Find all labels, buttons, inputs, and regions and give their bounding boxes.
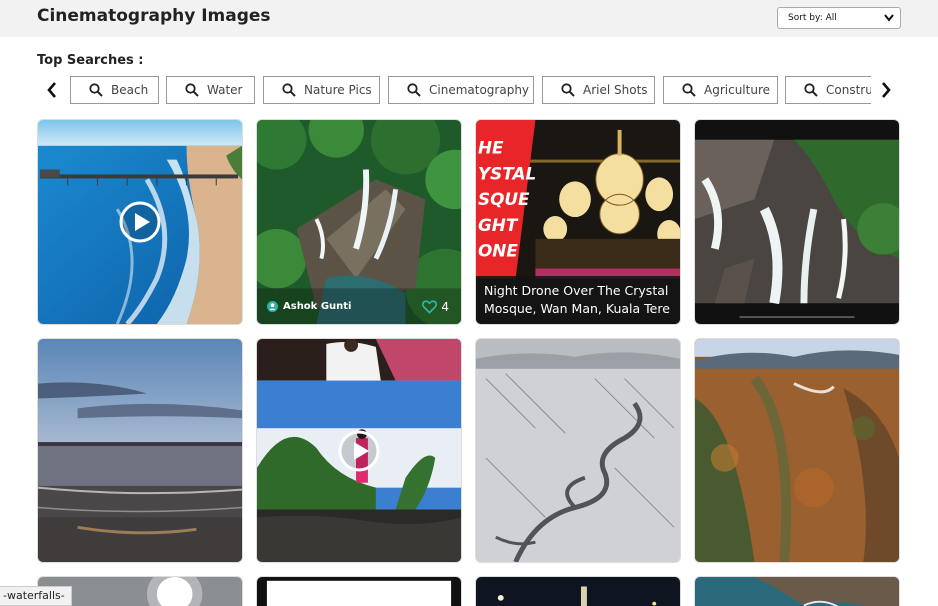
dark-frame-image	[257, 577, 461, 606]
search-chip-agriculture[interactable]: Agriculture	[663, 76, 778, 104]
poster-text: ONE	[478, 241, 518, 261]
search-chip-construction[interactable]: Construction	[785, 76, 871, 104]
card-caption-line: Mosque, Wan Man, Kuala Tere	[484, 301, 670, 316]
sort-dropdown-label: Sort by: All	[788, 13, 837, 23]
autumn-mountains-image	[695, 339, 899, 562]
search-chip-label: Construction	[826, 83, 871, 97]
card-likes[interactable]: 4	[422, 300, 449, 314]
night-lights-image	[476, 577, 680, 606]
top-searches-label: Top Searches :	[37, 53, 144, 68]
waterfall-forest-image	[257, 120, 461, 324]
waterfall-rocks-image	[695, 120, 899, 324]
search-chip-cinematography[interactable]: Cinematography	[388, 76, 534, 104]
chevron-left-icon[interactable]	[44, 80, 60, 100]
poster-text: HE	[478, 138, 504, 158]
image-card-sunset-beach[interactable]	[37, 338, 243, 563]
search-chip-label: Ariel Shots	[583, 83, 648, 97]
search-icon	[185, 83, 199, 97]
search-chip-ariel-shots[interactable]: Ariel Shots	[542, 76, 655, 104]
play-icon[interactable]	[118, 200, 162, 244]
search-chip-label: Beach	[111, 83, 149, 97]
image-card-mountain-person[interactable]	[256, 338, 462, 563]
card-author-name: Ashok Gunti	[283, 301, 352, 312]
header-bar: Cinematography Images Sort by: All	[0, 0, 938, 37]
search-icon	[682, 83, 696, 97]
poster-text: SQUE	[478, 189, 530, 209]
image-card-coastline[interactable]	[694, 576, 900, 606]
heart-icon	[422, 300, 438, 314]
search-chip-label: Cinematography	[429, 83, 530, 97]
image-card-snowy-road[interactable]	[475, 338, 681, 563]
image-card-waterfall-forest[interactable]: Ashok Gunti 4	[256, 119, 462, 325]
search-icon	[561, 83, 575, 97]
card-caption-line: Night Drone Over The Crystal	[484, 283, 669, 298]
chevron-right-icon[interactable]	[878, 80, 894, 100]
card-likes-count: 4	[441, 300, 449, 314]
image-card-waterfall-rocks[interactable]	[694, 119, 900, 325]
image-card-night-lights[interactable]	[475, 576, 681, 606]
image-card-crystal-mosque[interactable]: HE YSTAL SQUE GHT ONE Night Drone Over The C…	[475, 119, 681, 325]
image-card-beach-aerial[interactable]	[37, 119, 243, 325]
search-chip-label: Nature Pics	[304, 83, 372, 97]
search-chip-beach[interactable]: Beach	[70, 76, 159, 104]
page-title: Cinematography Images	[37, 6, 271, 26]
sort-dropdown[interactable]: Sort by: All	[777, 7, 901, 29]
search-chip-water[interactable]: Water	[166, 76, 255, 104]
card-caption: Night Drone Over The Crystal Mosque, Wan…	[476, 276, 680, 324]
search-icon	[804, 83, 818, 97]
status-bar-url: -waterfalls-	[0, 586, 72, 606]
image-card-dark-frame[interactable]	[256, 576, 462, 606]
snowy-road-image	[476, 339, 680, 562]
image-card-autumn-mountains[interactable]	[694, 338, 900, 563]
search-icon	[407, 83, 421, 97]
sunset-beach-image	[38, 339, 242, 562]
poster-text: YSTAL	[478, 163, 536, 183]
poster-text: GHT	[478, 215, 519, 235]
search-chip-label: Water	[207, 83, 243, 97]
coastline-image	[695, 577, 899, 606]
search-chip-nature-pics[interactable]: Nature Pics	[263, 76, 380, 104]
search-chip-label: Agriculture	[704, 83, 770, 97]
image-grid: Ashok Gunti 4 HE YSTAL SQUE GHT ONE Nigh…	[37, 119, 901, 606]
top-searches-carousel: Beach Water Nature Pics Cinematography A…	[70, 76, 871, 104]
search-icon	[89, 83, 103, 97]
chevron-down-icon	[884, 14, 894, 22]
play-icon[interactable]	[337, 429, 381, 473]
search-icon	[282, 83, 296, 97]
card-author[interactable]: Ashok Gunti	[267, 301, 351, 312]
user-icon	[267, 301, 278, 312]
